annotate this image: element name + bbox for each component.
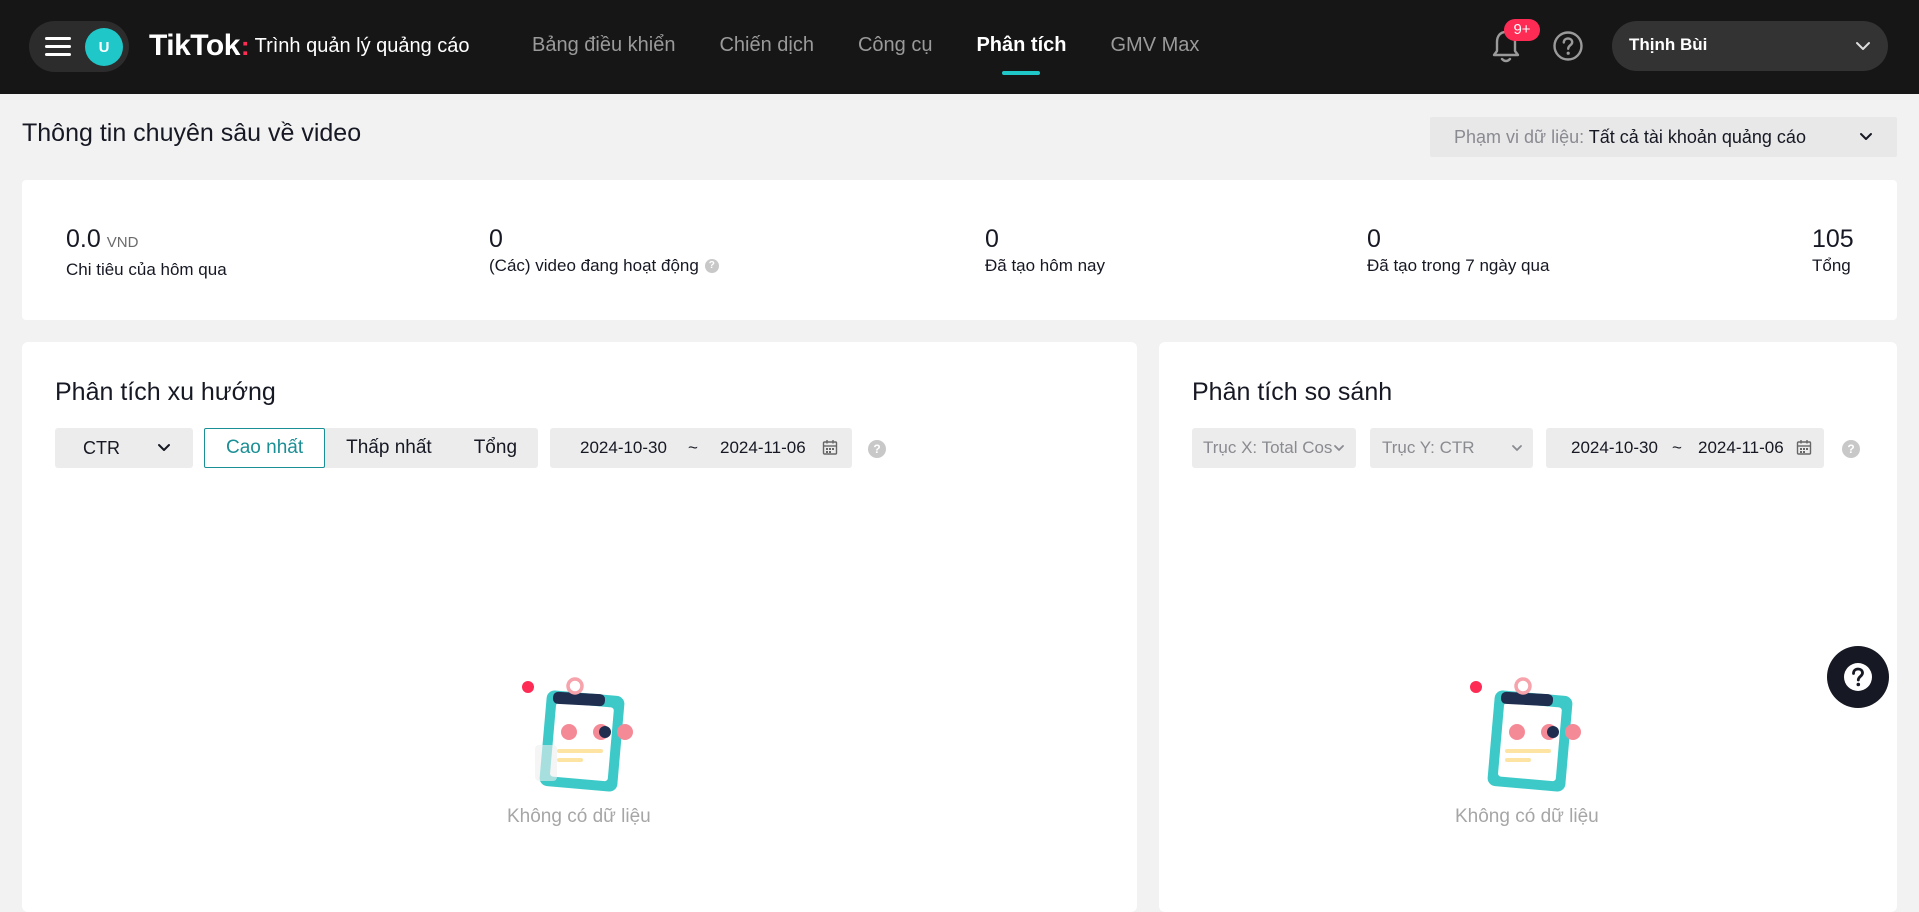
- nav-tools[interactable]: Công cụ: [858, 0, 933, 94]
- comparison-analysis-panel: Phân tích so sánh Trục X: Total Cos Trục…: [1159, 342, 1897, 912]
- floating-help-icon: [1844, 663, 1872, 691]
- stat-label: Đã tạo trong 7 ngày qua: [1367, 256, 1550, 275]
- y-axis-select[interactable]: Trục Y: CTR: [1370, 428, 1533, 468]
- stat-value-wrap: 0.0 VND: [66, 224, 227, 258]
- stats-summary-card: 0.0 VND Chi tiêu của hôm qua 0 (Các) vide…: [22, 180, 1897, 320]
- date-end: 2024-11-06: [720, 438, 806, 457]
- empty-clipboard-illustration: [522, 677, 633, 792]
- menu-account-switcher[interactable]: U: [29, 21, 129, 72]
- nav-dashboard[interactable]: Bảng điều khiển: [532, 0, 675, 94]
- nav-analytics[interactable]: Phân tích: [976, 0, 1066, 94]
- date-range-picker[interactable]: 2024-10-30 ~ 2024-11-06: [1546, 428, 1824, 468]
- empty-state-text: Không có dữ liệu: [1455, 806, 1599, 827]
- stat-value: 0: [985, 225, 999, 253]
- calendar-icon: [822, 440, 838, 455]
- help-icon[interactable]: ?: [1842, 440, 1860, 458]
- chevron-down-icon: [1334, 445, 1344, 451]
- stat-value: 0: [1367, 225, 1381, 253]
- chevron-down-icon: [1512, 445, 1522, 451]
- ranking-segmented-control: Cao nhất Thấp nhất Tổng: [204, 428, 539, 468]
- calendar-icon: [1796, 440, 1812, 455]
- stat-label: (Các) video đang hoạt động: [489, 256, 699, 275]
- scope-label: Phạm vi dữ liệu:: [1454, 127, 1585, 147]
- x-axis-select[interactable]: Trục X: Total Cos: [1192, 428, 1356, 468]
- stat-total: 105 Tổng: [1812, 224, 1854, 276]
- nav-gmv-max[interactable]: GMV Max: [1110, 0, 1199, 94]
- page-title: Thông tin chuyên sâu về video: [22, 119, 362, 147]
- nav-campaigns[interactable]: Chiến dịch: [719, 0, 814, 94]
- stat-unit: VND: [106, 234, 139, 251]
- menu-icon[interactable]: [45, 37, 71, 57]
- help-icon[interactable]: ?: [704, 259, 719, 273]
- user-name: Thịnh Bùi: [1629, 35, 1708, 54]
- brand-separator: :: [240, 30, 250, 61]
- date-separator: ~: [1672, 438, 1682, 457]
- date-start: 2024-10-30: [1571, 438, 1658, 457]
- stat-spend-yesterday: 0.0 VND Chi tiêu của hôm qua: [66, 224, 227, 280]
- brand-name: TikTok: [149, 29, 240, 62]
- user-account-dropdown[interactable]: Thịnh Bùi: [1612, 21, 1888, 71]
- empty-state: Không có dữ liệu: [1455, 677, 1599, 828]
- scope-label-wrap: Phạm vi dữ liệu: Tất cả tài khoản quảng …: [1454, 117, 1806, 157]
- stat-label-wrap: (Các) video đang hoạt động ?: [489, 256, 719, 276]
- stat-value: 0: [489, 225, 503, 253]
- chevron-down-icon: [1856, 42, 1870, 50]
- stat-label: Tổng: [1812, 256, 1851, 275]
- trend-analysis-panel: Phân tích xu hướng CTR Cao nhất Thấp nhấ…: [22, 342, 1137, 912]
- notification-badge: 9+: [1504, 19, 1540, 41]
- date-start: 2024-10-30: [580, 438, 667, 457]
- panel-title: Phân tích so sánh: [1192, 378, 1393, 406]
- empty-clipboard-illustration: [1470, 677, 1581, 792]
- data-scope-select[interactable]: Phạm vi dữ liệu: Tất cả tài khoản quảng …: [1430, 117, 1897, 157]
- empty-state: Không có dữ liệu: [507, 677, 651, 828]
- main-nav: Bảng điều khiển Chiến dịch Công cụ Phân …: [532, 0, 1243, 94]
- help-icon[interactable]: ?: [868, 440, 886, 458]
- segment-total[interactable]: Tổng: [453, 428, 538, 468]
- panel-title: Phân tích xu hướng: [55, 378, 276, 406]
- y-axis-value: Trục Y: CTR: [1382, 438, 1475, 457]
- date-end: 2024-11-06: [1698, 438, 1784, 457]
- stat-label: Đã tạo hôm nay: [985, 256, 1106, 275]
- stat-created-7-days: 0 Đã tạo trong 7 ngày qua: [1367, 224, 1549, 276]
- stat-label: Chi tiêu của hôm qua: [66, 260, 227, 279]
- metric-select[interactable]: CTR: [55, 428, 193, 468]
- scope-value: Tất cả tài khoản quảng cáo: [1588, 127, 1806, 147]
- date-separator: ~: [688, 438, 698, 457]
- brand-subtitle: Trình quản lý quảng cáo: [254, 34, 470, 57]
- stat-value: 105: [1812, 225, 1854, 253]
- floating-help-button[interactable]: [1827, 646, 1889, 708]
- x-axis-value: Trục X: Total Cos: [1203, 438, 1333, 457]
- date-range-picker[interactable]: 2024-10-30 ~ 2024-11-06: [550, 428, 852, 468]
- top-navigation-bar: U TikTok : Trình quản lý quảng cáo Bảng …: [0, 0, 1919, 94]
- metric-value: CTR: [83, 438, 120, 458]
- chevron-down-icon: [158, 444, 170, 451]
- segment-highest[interactable]: Cao nhất: [204, 428, 326, 468]
- help-circle-icon[interactable]: [1552, 30, 1584, 62]
- stat-value: 0.0: [66, 225, 101, 253]
- segment-lowest[interactable]: Thấp nhất: [325, 428, 453, 468]
- avatar[interactable]: U: [85, 28, 123, 66]
- stat-created-today: 0 Đã tạo hôm nay: [985, 224, 1105, 276]
- empty-state-text: Không có dữ liệu: [507, 806, 651, 827]
- brand-logo[interactable]: TikTok : Trình quản lý quảng cáo: [149, 26, 470, 66]
- chevron-down-icon: [1860, 133, 1872, 140]
- stat-active-videos: 0 (Các) video đang hoạt động ?: [489, 224, 719, 276]
